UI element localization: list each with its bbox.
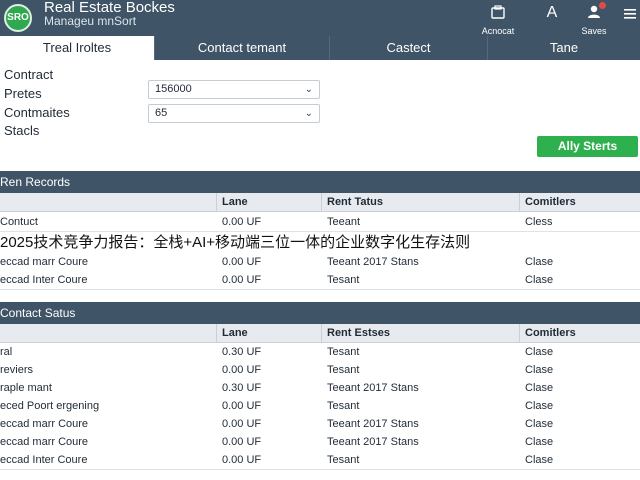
- cell-status: Teeant 2017 Stans: [327, 418, 419, 430]
- table-row[interactable]: Contuct 0.00 UF Teeant Cless: [0, 213, 640, 232]
- cell-status: Teeant 2017 Stans: [327, 436, 419, 448]
- cell-comitlers: Clase: [525, 274, 554, 286]
- table-row[interactable]: eccad Inter Coure 0.00 UF Tesant Clase: [0, 271, 640, 290]
- column-header-lane[interactable]: Lane: [222, 324, 248, 343]
- tab-treal-iroltes[interactable]: Treal Iroltes: [0, 36, 155, 60]
- cell-name: eccad marr Coure: [0, 418, 89, 430]
- account-button[interactable]: Acnocat: [478, 0, 518, 36]
- table-row[interactable]: eccad marr Coure 0.00 UF Teeant 2017 Sta…: [0, 433, 640, 452]
- column-divider: [321, 193, 322, 212]
- cell-comitlers: Clase: [525, 454, 554, 466]
- cell-status: Teeant 2017 Stans: [327, 256, 419, 268]
- chevron-down-icon: ⌄: [304, 84, 313, 95]
- column-divider: [321, 324, 322, 343]
- tab-bar: Treal Iroltes Contact temant Castect Tan…: [0, 36, 640, 60]
- tab-castect[interactable]: Castect: [330, 36, 488, 60]
- cell-name: eccad marr Coure: [0, 436, 89, 448]
- cell-lane: 0.30 UF: [222, 382, 262, 394]
- cell-comitlers: Clase: [525, 346, 554, 358]
- cell-status: Teeant 2017 Stans: [327, 382, 419, 394]
- cell-comitlers: Cless: [525, 216, 553, 228]
- stacls-label: Stacls: [4, 123, 40, 138]
- cell-lane: 0.30 UF: [222, 346, 262, 358]
- table-row[interactable]: ral 0.30 UF Tesant Clase: [0, 343, 640, 362]
- column-divider: [216, 193, 217, 212]
- cell-name: Contuct: [0, 216, 38, 228]
- app-subtitle: Manageu mnSort: [44, 14, 137, 28]
- column-header-rent-estses[interactable]: Rent Estses: [327, 324, 390, 343]
- contact-status-title: Contact Satus: [0, 302, 640, 324]
- chevron-down-icon: ⌄: [304, 108, 313, 119]
- column-header-lane[interactable]: Lane: [222, 193, 248, 212]
- tab-contact-temant[interactable]: Contact temant: [155, 36, 330, 60]
- cell-status: Teeant: [327, 216, 361, 228]
- column-header-comitlers[interactable]: Comitlers: [525, 193, 576, 212]
- cell-comitlers: Clase: [525, 418, 554, 430]
- column-header-rent-status[interactable]: Rent Tatus: [327, 193, 383, 212]
- contmaites-value: 65: [155, 107, 168, 119]
- rent-records-title: Ren Records: [0, 171, 640, 193]
- cell-lane: 0.00 UF: [222, 436, 262, 448]
- hamburger-menu-icon: [624, 7, 636, 24]
- cell-lane: 0.00 UF: [222, 454, 262, 466]
- table-row[interactable]: reviers 0.00 UF Tesant Clase: [0, 361, 640, 380]
- column-divider: [519, 193, 520, 212]
- column-divider: [216, 324, 217, 343]
- contmaites-select[interactable]: 65 ⌄: [148, 104, 320, 123]
- a-button[interactable]: A: [540, 0, 564, 36]
- table-row[interactable]: eccad Inter Coure 0.00 UF Tesant Clase: [0, 451, 640, 470]
- cell-lane: 0.00 UF: [222, 216, 262, 228]
- cell-comitlers: Clase: [525, 256, 554, 268]
- table-row[interactable]: eced Poort ergening 0.00 UF Tesant Clase: [0, 397, 640, 416]
- cell-status: Tesant: [327, 274, 360, 286]
- app-logo: SRO: [4, 4, 32, 32]
- cell-comitlers: Clase: [525, 364, 554, 376]
- account-label: Acnocat: [481, 26, 515, 36]
- column-header-comitlers[interactable]: Comitlers: [525, 324, 576, 343]
- user-icon: [572, 0, 616, 26]
- saves-button[interactable]: Saves: [572, 0, 616, 36]
- cell-comitlers: Clase: [525, 400, 554, 412]
- pretes-select[interactable]: 156000 ⌄: [148, 80, 320, 99]
- cell-status: Tesant: [327, 454, 360, 466]
- apply-filters-button[interactable]: Ally Sterts: [537, 136, 638, 157]
- cell-name: eced Poort ergening: [0, 400, 100, 412]
- column-divider: [519, 324, 520, 343]
- pretes-value: 156000: [155, 83, 192, 95]
- cell-name: eccad marr Coure: [0, 256, 89, 268]
- contmaites-label: Contmaites: [4, 105, 70, 120]
- saves-label: Saves: [581, 26, 607, 36]
- app-header: SRO Real Estate Bockes Manageu mnSort Ac…: [0, 0, 640, 36]
- rent-records-header: Lane Rent Tatus Comitlers: [0, 193, 640, 212]
- tab-tane[interactable]: Tane: [488, 36, 640, 60]
- cell-status: Tesant: [327, 346, 360, 358]
- table-row[interactable]: raple mant 0.30 UF Teeant 2017 Stans Cla…: [0, 379, 640, 398]
- cell-name: eccad Inter Coure: [0, 274, 88, 286]
- contract-label: Contract: [4, 67, 54, 82]
- overlay-banner: 2025技术竞争力报告：全栈+AI+移动端三位一体的企业数字化生存法则: [0, 232, 640, 254]
- cell-status: Tesant: [327, 364, 360, 376]
- account-icon: [478, 0, 518, 26]
- cell-lane: 0.00 UF: [222, 256, 262, 268]
- cell-comitlers: Clase: [525, 436, 554, 448]
- a-label: A: [546, 4, 558, 21]
- cell-lane: 0.00 UF: [222, 274, 262, 286]
- contact-status-header: Lane Rent Estses Comitlers: [0, 324, 640, 343]
- cell-name: eccad Inter Coure: [0, 454, 88, 466]
- cell-lane: 0.00 UF: [222, 418, 262, 430]
- cell-name: ral: [0, 346, 13, 358]
- table-row[interactable]: eccad marr Coure 0.00 UF Teeant 2017 Sta…: [0, 253, 640, 272]
- cell-lane: 0.00 UF: [222, 400, 262, 412]
- cell-name: raple mant: [0, 382, 52, 394]
- cell-name: reviers: [0, 364, 34, 376]
- cell-lane: 0.00 UF: [222, 364, 262, 376]
- table-row[interactable]: eccad marr Coure 0.00 UF Teeant 2017 Sta…: [0, 415, 640, 434]
- menu-button[interactable]: [620, 0, 640, 36]
- pretes-label: Pretes: [4, 86, 42, 101]
- cell-status: Tesant: [327, 400, 360, 412]
- cell-comitlers: Clase: [525, 382, 554, 394]
- notification-badge: [599, 2, 606, 9]
